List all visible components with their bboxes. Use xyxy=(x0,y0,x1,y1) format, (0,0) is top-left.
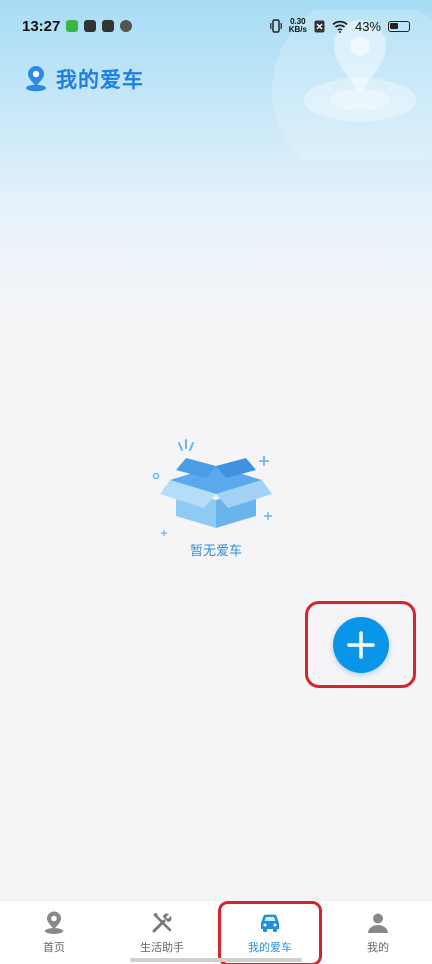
status-time: 13:27 xyxy=(22,17,61,35)
add-car-highlight xyxy=(305,601,416,688)
tools-icon xyxy=(152,913,172,933)
network-speed-unit: KB/s xyxy=(288,25,307,34)
empty-state-text: 暂无爱车 xyxy=(189,544,242,559)
page-header: 我的爱车 xyxy=(24,64,144,94)
status-right: 0.30 KB/s 43% xyxy=(269,18,410,34)
nav-item-me[interactable]: 我的 xyxy=(324,901,432,964)
wifi-icon xyxy=(332,20,348,33)
nav-label-home: 首页 xyxy=(43,941,65,954)
location-pin-icon xyxy=(45,911,63,934)
empty-box-icon xyxy=(152,439,272,536)
plus-icon xyxy=(346,630,375,659)
battery-percent: 43% xyxy=(354,18,381,34)
vibrate-icon xyxy=(269,19,282,33)
status-bar: 13:27 0.30 KB/s 43% xyxy=(0,0,432,52)
my-car-tab-highlight xyxy=(218,901,322,964)
app-notification-icon xyxy=(66,20,79,32)
page-title: 我的爱车 xyxy=(56,68,144,92)
nav-label-life-assistant: 生活助手 xyxy=(140,941,184,954)
person-icon xyxy=(368,913,388,933)
add-car-button[interactable] xyxy=(332,616,389,673)
home-indicator[interactable] xyxy=(130,958,302,962)
empty-state: 暂无爱车 xyxy=(0,438,432,559)
location-pin-icon xyxy=(26,66,46,92)
nav-item-life-assistant[interactable]: 生活助手 xyxy=(108,901,216,964)
no-sim-icon xyxy=(314,20,325,32)
nav-item-home[interactable]: 首页 xyxy=(0,901,108,964)
message-notification-icon xyxy=(102,20,115,32)
notification-icons xyxy=(66,20,133,32)
network-speed: 0.30 KB/s xyxy=(289,18,307,34)
mail-notification-icon xyxy=(84,20,97,32)
nav-item-my-car[interactable]: 我的爱车 xyxy=(216,901,324,964)
link-notification-icon xyxy=(120,20,133,32)
battery-icon xyxy=(388,20,410,32)
bottom-navigation: 首页 生活助手 我的爱车 我的 xyxy=(0,900,432,964)
nav-label-me: 我的 xyxy=(367,941,389,954)
